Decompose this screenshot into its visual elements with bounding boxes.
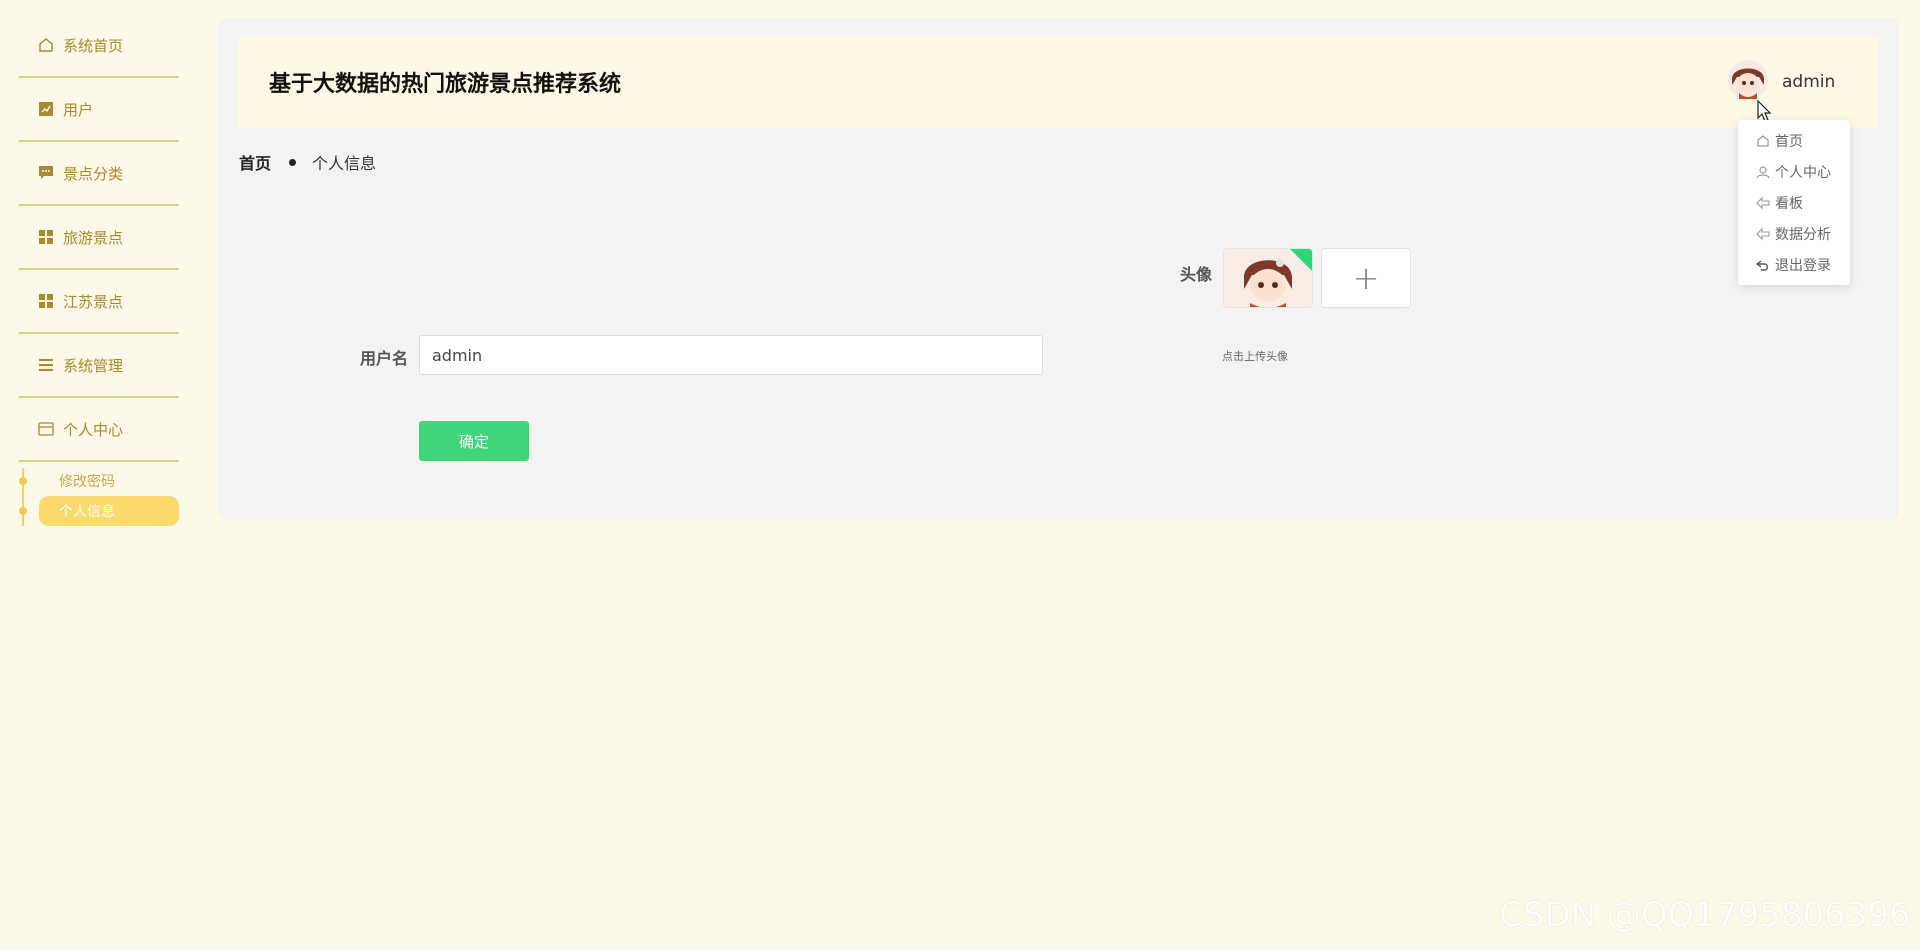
avatar[interactable] xyxy=(1727,59,1769,101)
sidebar-item-tourist-spots[interactable]: 旅游景点 xyxy=(19,206,179,270)
username-label: 用户名 xyxy=(360,349,409,368)
sidebar-item-spot-category[interactable]: 景点分类 xyxy=(19,142,179,206)
logout-icon xyxy=(1756,258,1770,272)
dropdown-item-dashboard[interactable]: 看板 xyxy=(1756,191,1803,215)
confirm-button[interactable]: 确定 xyxy=(419,421,529,461)
sidebar-item-personal-center[interactable]: 个人中心 xyxy=(19,398,179,462)
dropdown-item-label: 看板 xyxy=(1775,196,1803,212)
sidebar-item-label: 系统管理 xyxy=(63,356,124,375)
user-icon xyxy=(1756,165,1770,179)
sidebar-item-label: 景点分类 xyxy=(63,164,124,183)
avatar-label: 头像 xyxy=(1180,265,1213,284)
watermark: CSDN @QQ1795806396 xyxy=(1499,895,1911,935)
submenu-personal-info[interactable]: 个人信息 xyxy=(39,496,179,526)
rail-dot xyxy=(19,477,27,485)
sidebar-item-home[interactable]: 系统首页 xyxy=(19,14,179,78)
breadcrumb-separator xyxy=(289,158,297,166)
sidebar-item-label: 旅游景点 xyxy=(63,228,124,247)
header: 基于大数据的热门旅游景点推荐系统 xyxy=(238,36,1878,128)
avatar-preview[interactable] xyxy=(1223,248,1313,308)
submenu-change-password[interactable]: 修改密码 xyxy=(39,466,179,496)
sidebar-item-system-management[interactable]: 系统管理 xyxy=(19,334,179,398)
home-icon xyxy=(37,36,55,54)
avatar-upload-button[interactable]: + xyxy=(1321,248,1411,308)
dropdown-item-logout[interactable]: 退出登录 xyxy=(1756,253,1831,277)
rail-dot xyxy=(19,507,27,515)
dropdown-item-label: 数据分析 xyxy=(1775,227,1831,243)
sidebar-item-label: 江苏景点 xyxy=(63,292,124,311)
menu-lines-icon xyxy=(37,356,55,374)
sidebar-item-users[interactable]: 用户 xyxy=(19,78,179,142)
home-icon xyxy=(1756,134,1770,148)
dropdown-item-home[interactable]: 首页 xyxy=(1756,129,1803,153)
arrow-left-icon xyxy=(1756,227,1770,241)
breadcrumb-current: 个人信息 xyxy=(312,154,377,173)
page-title: 基于大数据的热门旅游景点推荐系统 xyxy=(269,72,622,97)
chart-icon xyxy=(37,100,55,118)
sidebar-item-label: 个人中心 xyxy=(63,420,124,439)
dropdown-item-label: 首页 xyxy=(1775,134,1803,150)
dropdown-item-data-analysis[interactable]: 数据分析 xyxy=(1756,222,1831,246)
sidebar: 系统首页 用户 景点分类 旅游景点 江苏景点 系统管理 个人中心 修改密码 个人… xyxy=(0,0,200,950)
dropdown-item-label: 个人中心 xyxy=(1775,165,1831,181)
sidebar-item-label: 系统首页 xyxy=(63,36,124,55)
card-icon xyxy=(37,420,55,438)
arrow-left-icon xyxy=(1756,196,1770,210)
breadcrumb: 首页 个人信息 xyxy=(239,150,376,174)
sidebar-item-jiangsu-spots[interactable]: 江苏景点 xyxy=(19,270,179,334)
header-username[interactable]: admin xyxy=(1782,72,1835,92)
sidebar-item-label: 用户 xyxy=(63,100,94,119)
dropdown-item-personal-center[interactable]: 个人中心 xyxy=(1756,160,1831,184)
breadcrumb-home[interactable]: 首页 xyxy=(239,150,271,174)
grid-icon xyxy=(37,292,55,310)
username-input[interactable] xyxy=(419,335,1043,375)
chat-icon xyxy=(37,164,55,182)
upload-hint: 点击上传头像 xyxy=(1222,350,1288,363)
dropdown-item-label: 退出登录 xyxy=(1775,258,1831,274)
user-dropdown-menu: 首页 个人中心 看板 数据分析 退出登录 xyxy=(1738,120,1850,285)
grid-icon xyxy=(37,228,55,246)
